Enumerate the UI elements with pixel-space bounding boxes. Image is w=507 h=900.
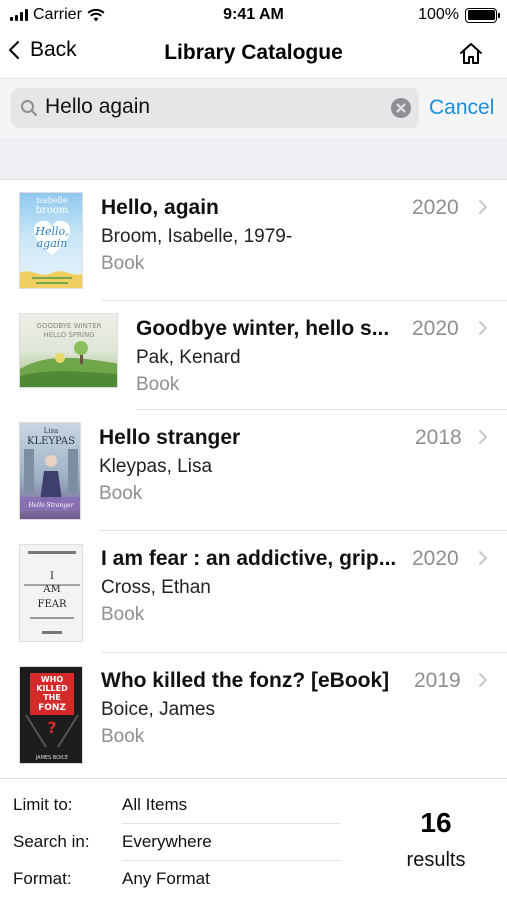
search-field[interactable]: Hello again (11, 88, 419, 128)
svg-text:JAMES BOICE: JAMES BOICE (35, 755, 68, 761)
result-year: 2020 (412, 196, 459, 219)
svg-text:broom: broom (36, 205, 69, 216)
svg-text:GOODBYE WINTER: GOODBYE WINTER (37, 322, 102, 330)
search-bar: Hello again Cancel (0, 78, 507, 138)
result-author: Boice, James (101, 699, 216, 720)
search-options-footer: Limit to: All Items Search in: Everywher… (0, 778, 507, 900)
svg-text:Hello Stranger: Hello Stranger (27, 502, 74, 509)
chevron-right-icon (479, 321, 487, 335)
chevron-right-icon (479, 200, 487, 214)
cancel-button[interactable]: Cancel (429, 96, 494, 120)
svg-text:FONZ: FONZ (38, 703, 66, 713)
filter-value[interactable]: Everywhere (122, 832, 212, 852)
result-title: Goodbye winter, hello s... (136, 317, 390, 340)
filter-search-in[interactable]: Search in: Everywhere (0, 824, 340, 861)
section-header-band (0, 138, 507, 180)
filter-limit[interactable]: Limit to: All Items (0, 787, 340, 824)
result-title: Who killed the fonz? [eBook] (101, 669, 390, 692)
result-format: Book (136, 374, 180, 395)
filter-label: Search in: (13, 832, 90, 851)
result-title: I am fear : an addictive, grip... (101, 547, 397, 570)
svg-text:FEAR: FEAR (38, 599, 67, 610)
chevron-right-icon (479, 430, 487, 444)
result-year: 2019 (414, 669, 461, 692)
result-year: 2020 (412, 317, 459, 340)
chevron-right-icon (479, 551, 487, 565)
result-author: Broom, Isabelle, 1979- (101, 226, 293, 247)
results-list: isabelle broom Hello, again Hello, again… (0, 180, 507, 778)
result-title: Hello, again (101, 196, 219, 219)
book-cover: I AM FEAR (19, 544, 83, 642)
book-cover: GOODBYE WINTER HELLO SPRING (19, 313, 118, 388)
svg-text:KLEYPAS: KLEYPAS (27, 436, 75, 447)
svg-text:WHO: WHO (41, 675, 64, 684)
filter-format[interactable]: Format: Any Format (0, 861, 340, 898)
home-icon (460, 43, 482, 64)
result-count-label: results (406, 849, 466, 871)
result-author: Kleypas, Lisa (99, 456, 213, 477)
home-button[interactable] (457, 40, 485, 68)
result-author: Cross, Ethan (101, 577, 211, 598)
svg-text:I: I (50, 571, 54, 582)
svg-text:Lisa: Lisa (44, 427, 59, 435)
page-title: Library Catalogue (164, 41, 343, 64)
book-cover: WHO KILLED THE FONZ ? JAMES BOICE (19, 666, 83, 764)
svg-text:isabelle: isabelle (36, 196, 67, 205)
status-bar: Carrier 9:41 AM 100% (0, 0, 507, 30)
result-year: 2018 (415, 426, 462, 449)
result-row[interactable]: Lisa KLEYPAS Hello Stranger Hello strang… (0, 410, 507, 531)
result-format: Book (99, 483, 143, 504)
svg-text:THE: THE (43, 693, 61, 702)
filter-value[interactable]: All Items (122, 795, 187, 815)
result-title: Hello stranger (99, 426, 241, 449)
search-icon (21, 100, 37, 116)
result-row[interactable]: isabelle broom Hello, again Hello, again… (0, 180, 507, 301)
book-cover: isabelle broom Hello, again (19, 192, 83, 289)
svg-text:?: ? (47, 718, 56, 737)
clear-icon[interactable] (391, 98, 411, 118)
status-right: 100% (418, 6, 500, 24)
svg-text:KILLED: KILLED (36, 684, 68, 693)
svg-text:again: again (37, 237, 68, 250)
battery-icon (465, 7, 500, 23)
chevron-right-icon (479, 673, 487, 687)
result-format: Book (101, 726, 145, 747)
svg-text:HELLO SPRING: HELLO SPRING (43, 331, 94, 339)
svg-text:AM: AM (42, 584, 60, 595)
result-format: Book (101, 253, 145, 274)
battery-percent: 100% (418, 6, 459, 23)
result-format: Book (101, 604, 145, 625)
filter-value[interactable]: Any Format (122, 869, 210, 889)
search-input[interactable]: Hello again (45, 95, 150, 119)
result-row[interactable]: I AM FEAR I am fear : an addictive, grip… (0, 531, 507, 653)
nav-bar: Back Library Catalogue (0, 30, 507, 78)
result-row[interactable]: WHO KILLED THE FONZ ? JAMES BOICE Who ki… (0, 653, 507, 778)
result-author: Pak, Kenard (136, 347, 241, 368)
result-row[interactable]: GOODBYE WINTER HELLO SPRING Goodbye wint… (0, 301, 507, 410)
filter-label: Limit to: (13, 795, 73, 814)
book-cover: Lisa KLEYPAS Hello Stranger (19, 422, 81, 520)
filter-label: Format: (13, 869, 72, 888)
result-year: 2020 (412, 547, 459, 570)
result-count: 16 (420, 807, 452, 838)
